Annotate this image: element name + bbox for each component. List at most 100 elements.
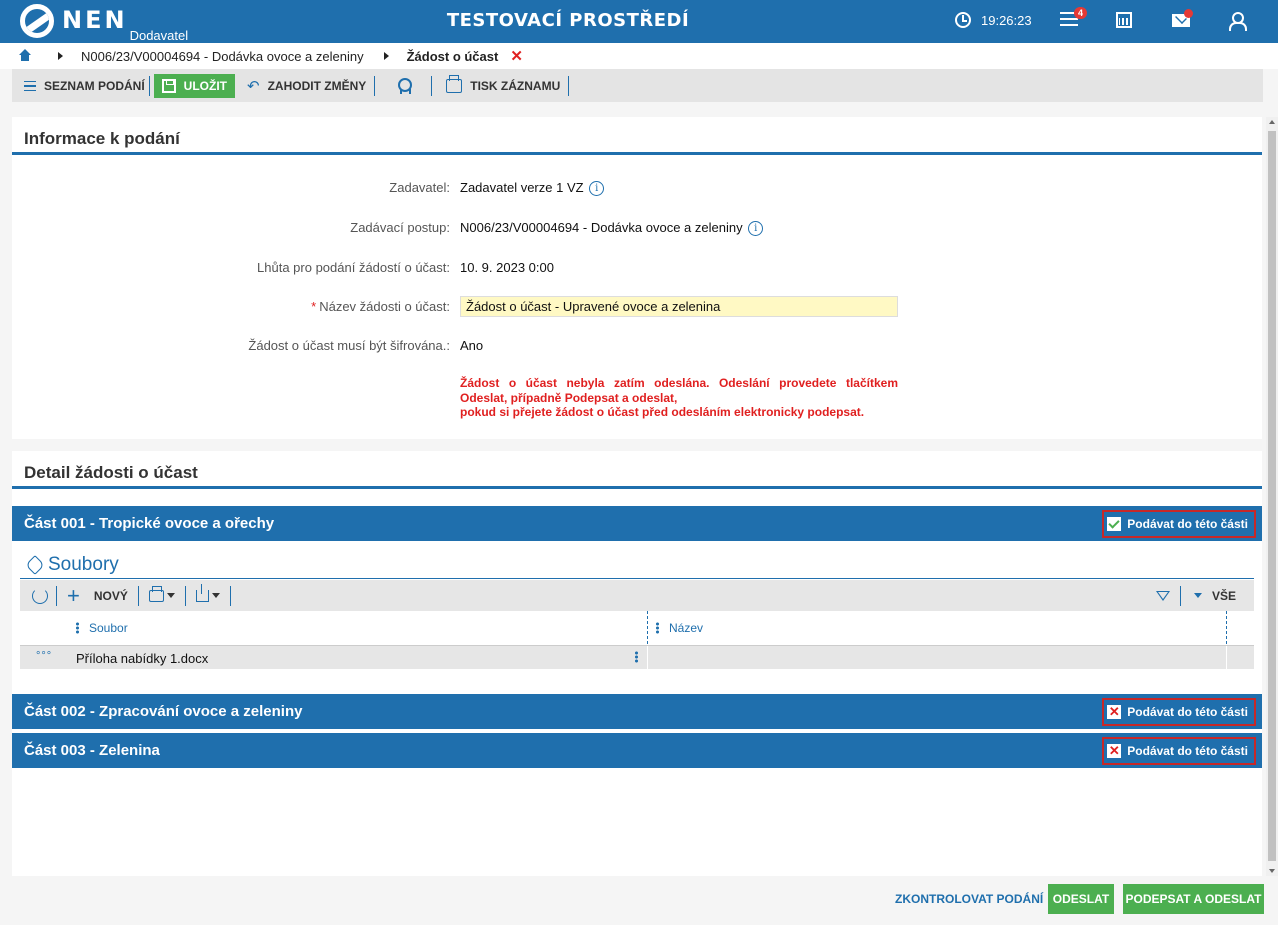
column-menu-icon[interactable] bbox=[76, 622, 79, 634]
print-record-button[interactable]: TISK ZÁZNAMU bbox=[446, 74, 560, 98]
calculator-icon[interactable] bbox=[1116, 12, 1132, 28]
column-label: Soubor bbox=[89, 621, 128, 635]
scroll-thumb[interactable] bbox=[1268, 131, 1276, 861]
print-icon bbox=[446, 74, 463, 93]
column-divider[interactable] bbox=[1226, 611, 1227, 644]
export-dropdown-button[interactable] bbox=[186, 580, 230, 611]
checkbox-unchecked-x-icon: ✕ bbox=[1107, 743, 1122, 758]
warning-line: pokud si přejete žádost o účast před ode… bbox=[460, 405, 865, 419]
discard-changes-label: ZAHODIT ZMĚNY bbox=[267, 78, 367, 93]
toolbar-divider bbox=[374, 75, 376, 96]
submit-to-part-checkbox[interactable]: Podávat do této části bbox=[1102, 510, 1256, 538]
part-header[interactable]: Část 002 - Zpracování ovoce a zeleniny ✕… bbox=[12, 694, 1262, 729]
table-row[interactable]: °°° Příloha nabídky 1.docx bbox=[20, 645, 1254, 670]
warning-line: Odeslat, případně Podepsat a odeslat, bbox=[460, 390, 678, 405]
page-scrollbar[interactable] bbox=[1266, 117, 1278, 876]
form-label: Zadavatel: bbox=[389, 180, 450, 195]
required-mark: * bbox=[311, 299, 317, 314]
scroll-down-icon[interactable] bbox=[1269, 869, 1275, 873]
checkbox-label: Podávat do této části bbox=[1127, 705, 1248, 719]
toolbar-divider bbox=[229, 585, 231, 606]
cell-menu-icon[interactable] bbox=[635, 651, 638, 663]
form-value: N006/23/V00004694 - Dodávka ovoce a zele… bbox=[460, 220, 764, 237]
view-select-label: VŠE bbox=[1211, 588, 1236, 603]
home-icon[interactable] bbox=[18, 49, 32, 62]
toolbar-divider bbox=[431, 75, 433, 96]
view-select[interactable]: VŠE bbox=[1181, 580, 1254, 611]
info-icon[interactable]: i bbox=[589, 181, 605, 197]
session-clock: 19:26:23 bbox=[955, 12, 1032, 28]
filter-icon bbox=[1155, 590, 1170, 601]
clock-time: 19:26:23 bbox=[981, 12, 1032, 28]
info-icon[interactable]: i bbox=[748, 221, 764, 237]
plus-icon: + bbox=[67, 582, 80, 608]
row-actions-icon[interactable]: °°° bbox=[36, 650, 52, 662]
user-icon[interactable] bbox=[1229, 12, 1247, 31]
filter-button[interactable] bbox=[1146, 580, 1180, 611]
save-icon bbox=[161, 78, 176, 93]
form-value: Zadavatel verze 1 VZ i bbox=[460, 180, 605, 197]
undo-icon: ↶ bbox=[247, 77, 260, 95]
checkbox-label: Podávat do této části bbox=[1127, 744, 1248, 758]
top-bar: NEN Dodavatel TESTOVACÍ PROSTŘEDÍ 19:26:… bbox=[0, 0, 1278, 43]
new-file-label: NOVÝ bbox=[93, 588, 128, 603]
record-toolbar: SEZNAM PODÁNÍ ULOŽIT ↶ ZAHODIT ZMĚNY TIS… bbox=[12, 69, 1263, 102]
chevron-down-icon bbox=[1193, 593, 1202, 598]
clock-icon bbox=[955, 12, 971, 28]
sign-and-send-button[interactable]: PODEPSAT A ODESLAT bbox=[1123, 884, 1264, 914]
toolbar-divider bbox=[148, 75, 150, 96]
request-name-label: Název žádosti o účast: bbox=[319, 299, 450, 314]
submit-to-part-checkbox[interactable]: ✕ Podávat do této části bbox=[1102, 698, 1256, 726]
deadline-value: 10. 9. 2023 0:00 bbox=[460, 260, 554, 275]
submit-to-part-checkbox[interactable]: ✕ Podávat do této části bbox=[1102, 737, 1256, 765]
files-section-title: Soubory bbox=[25, 554, 119, 576]
column-menu-icon[interactable] bbox=[656, 622, 659, 634]
chevron-down-icon bbox=[211, 593, 220, 598]
column-header-file[interactable]: Soubor bbox=[76, 621, 128, 635]
checkbox-unchecked-x-icon: ✕ bbox=[1107, 704, 1122, 719]
discard-changes-button[interactable]: ↶ ZAHODIT ZMĚNY bbox=[247, 74, 366, 98]
new-file-button[interactable]: + NOVÝ bbox=[57, 580, 138, 611]
form-label: Zadávací postup: bbox=[350, 220, 450, 235]
scroll-up-icon[interactable] bbox=[1269, 120, 1275, 124]
export-icon bbox=[195, 583, 209, 602]
part-header[interactable]: Část 003 - Zelenina ✕ Podávat do této čá… bbox=[12, 733, 1262, 768]
column-divider bbox=[647, 646, 648, 670]
checkbox-checked-icon bbox=[1107, 517, 1122, 531]
files-grid-header: Soubor Název bbox=[20, 611, 1254, 644]
warning-line: Žádost o účast nebyla zatím odeslána. Od… bbox=[460, 376, 898, 390]
info-panel-title: Informace k podání bbox=[12, 117, 1262, 155]
breadcrumb-current: Žádost o účast bbox=[406, 48, 499, 64]
list-submissions-button[interactable]: SEZNAM PODÁNÍ bbox=[24, 74, 145, 98]
attachment-tag-icon bbox=[25, 555, 45, 575]
form-label: Žádost o účast musí být šifrována.: bbox=[248, 338, 450, 353]
procedure-value: N006/23/V00004694 - Dodávka ovoce a zele… bbox=[460, 220, 743, 235]
column-header-name[interactable]: Název bbox=[656, 621, 703, 635]
not-sent-warning: Žádost o účast nebyla zatím odeslána. Od… bbox=[460, 376, 898, 420]
notification-badge: 4 bbox=[1074, 7, 1088, 19]
breadcrumb-procedure-link[interactable]: N006/23/V00004694 - Dodávka ovoce a zele… bbox=[81, 49, 364, 64]
part-title: Část 001 - Tropické ovoce a ořechy bbox=[24, 515, 275, 532]
send-button[interactable]: ODESLAT bbox=[1048, 884, 1114, 914]
info-panel: Informace k podání Zadavatel: Zadavatel … bbox=[12, 117, 1262, 439]
refresh-button[interactable] bbox=[20, 580, 56, 611]
print-record-label: TISK ZÁZNAMU bbox=[470, 78, 561, 93]
contracting-authority-value: Zadavatel verze 1 VZ bbox=[460, 180, 584, 195]
file-cell[interactable]: Příloha nabídky 1.docx bbox=[76, 651, 208, 666]
part-header[interactable]: Část 001 - Tropické ovoce a ořechy Podáv… bbox=[12, 506, 1262, 541]
request-name-input[interactable] bbox=[460, 296, 898, 317]
certificate-icon bbox=[397, 77, 413, 94]
list-icon bbox=[24, 80, 36, 91]
check-submission-button[interactable]: ZKONTROLOVAT PODÁNÍ bbox=[895, 892, 1043, 906]
files-grid-toolbar: + NOVÝ VŠE bbox=[20, 580, 1254, 611]
save-button[interactable]: ULOŽIT bbox=[153, 73, 235, 98]
breadcrumb-separator-icon bbox=[58, 52, 63, 60]
close-tab-icon[interactable]: ✕ bbox=[510, 47, 523, 65]
column-divider bbox=[1226, 646, 1227, 670]
part-title: Část 002 - Zpracování ovoce a zeleniny bbox=[24, 703, 303, 720]
print-dropdown-button[interactable] bbox=[139, 580, 185, 611]
certificate-button[interactable] bbox=[397, 74, 413, 98]
part-title: Část 003 - Zelenina bbox=[24, 742, 160, 759]
checkbox-label: Podávat do této části bbox=[1127, 517, 1248, 531]
column-divider[interactable] bbox=[647, 611, 648, 644]
